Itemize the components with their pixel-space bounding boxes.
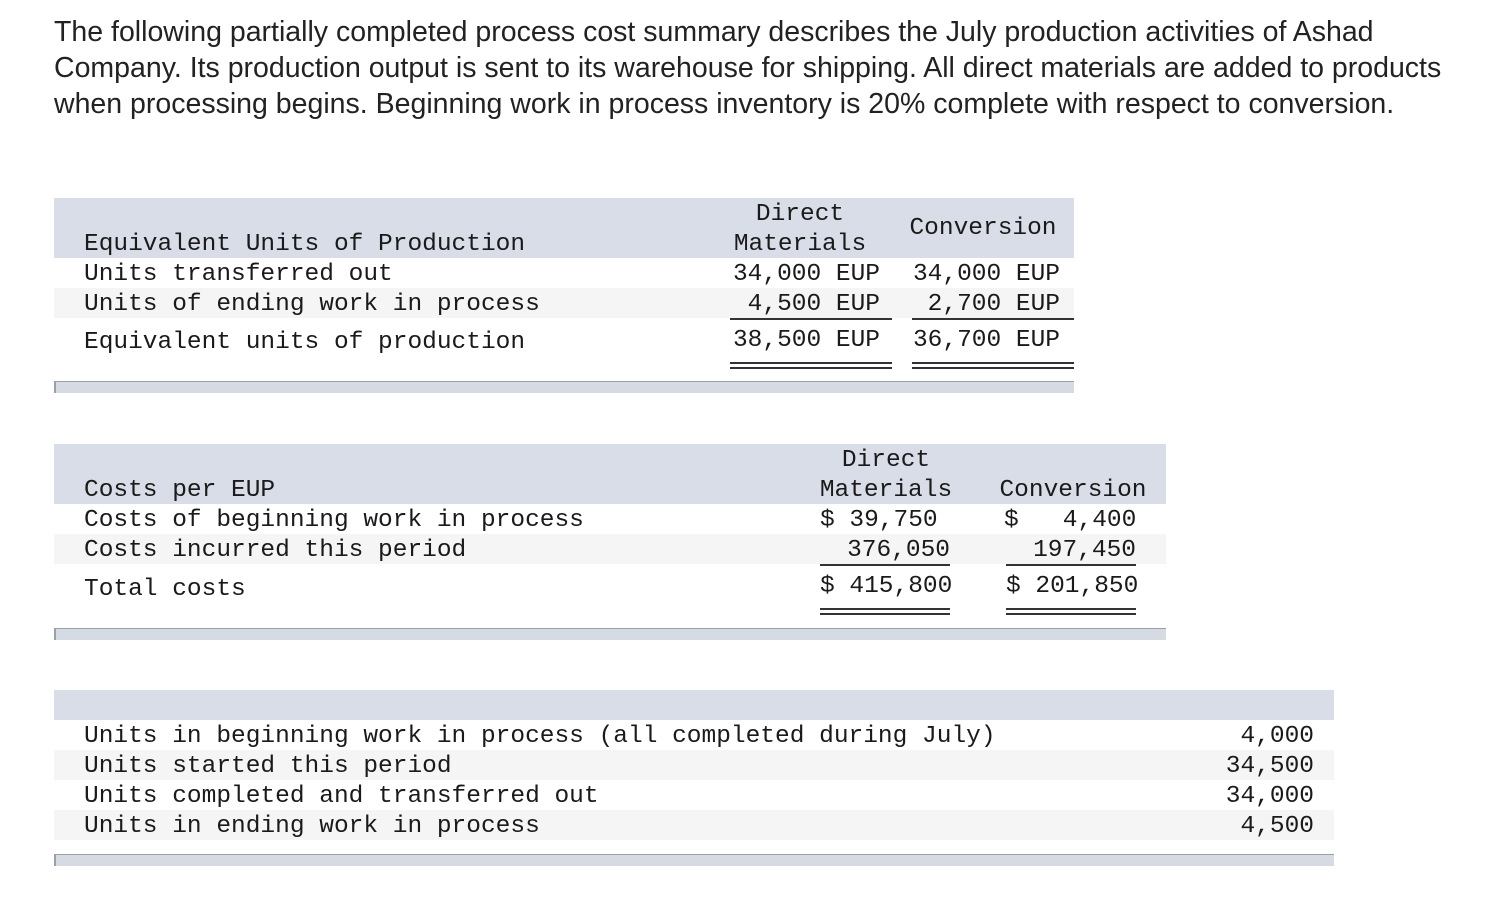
eup-row-label: Units of ending work in process: [84, 291, 540, 318]
units-row-label: Units started this period: [84, 753, 452, 780]
eup-table: Direct Materials Conversion Equivalent U…: [54, 198, 1074, 396]
costs-col-conv-header: Conversion: [999, 477, 1147, 504]
costs-row-conv: 197,450: [1033, 537, 1136, 564]
eup-dm-total-double-rule: [730, 362, 892, 369]
costs-total-dm: $ 415,800: [820, 573, 953, 600]
costs-row-conv: $ 4,400: [1004, 507, 1137, 534]
units-table: Units in beginning work in process (all …: [54, 690, 1334, 870]
eup-col-dm-header-line2: Materials: [733, 231, 867, 258]
costs-title: Costs per EUP: [84, 477, 276, 504]
costs-conv-subtotal-rule: [1006, 564, 1136, 566]
eup-row-dm: 34,000 EUP: [732, 261, 880, 288]
costs-col-dm-header-line2: Materials: [819, 477, 953, 504]
eup-row-dm: 4,500 EUP: [747, 291, 880, 318]
costs-row-dm: $ 39,750: [820, 507, 938, 534]
eup-row-label: Units transferred out: [84, 261, 393, 288]
units-row-label: Units completed and transferred out: [84, 783, 599, 810]
eup-conv-total-double-rule: [912, 362, 1074, 369]
eup-total-label: Equivalent units of production: [84, 329, 526, 356]
intro-paragraph: The following partially completed proces…: [54, 16, 1442, 120]
eup-col-conv-header: Conversion: [909, 215, 1057, 242]
costs-total-conv: $ 201,850: [1006, 573, 1139, 600]
eup-title: Equivalent Units of Production: [84, 231, 526, 258]
units-row-value: 4,000: [1240, 723, 1314, 750]
costs-table: Direct Materials Conversion Costs per EU…: [54, 444, 1166, 642]
costs-dm-total-double-rule: [820, 608, 950, 615]
units-row-value: 4,500: [1240, 813, 1314, 840]
units-row-label: Units in beginning work in process (all …: [84, 723, 996, 750]
units-row-value: 34,500: [1225, 753, 1314, 780]
eup-dm-subtotal-rule: [730, 318, 892, 320]
eup-total-conv: 36,700 EUP: [912, 327, 1060, 354]
costs-footer-bar: [54, 628, 1166, 640]
costs-total-label: Total costs: [84, 576, 246, 603]
eup-footer-bar: [54, 381, 1074, 393]
eup-row-conv: 34,000 EUP: [912, 261, 1060, 288]
eup-conv-subtotal-rule: [912, 318, 1074, 320]
eup-total-dm: 38,500 EUP: [732, 327, 880, 354]
eup-col-dm-header-line1: Direct: [755, 201, 845, 228]
units-row-label: Units in ending work in process: [84, 813, 540, 840]
units-header-band: [54, 690, 1334, 720]
costs-row-dm: 376,050: [847, 537, 950, 564]
costs-col-dm-header-line1: Direct: [841, 447, 931, 474]
costs-conv-total-double-rule: [1006, 608, 1136, 615]
costs-row-label: Costs incurred this period: [84, 537, 467, 564]
costs-dm-subtotal-rule: [820, 564, 950, 566]
eup-row-conv: 2,700 EUP: [927, 291, 1060, 318]
units-row-value: 34,000: [1225, 783, 1314, 810]
units-footer-bar: [54, 854, 1334, 866]
costs-row-label: Costs of beginning work in process: [84, 507, 584, 534]
